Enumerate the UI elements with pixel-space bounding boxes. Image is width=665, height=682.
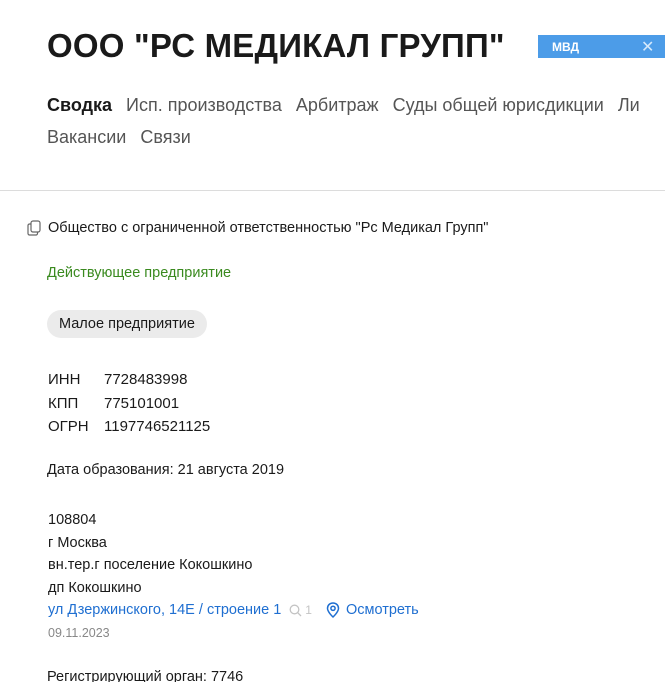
ogrn-label: ОГРН xyxy=(48,418,89,435)
section-tabs: Сводка Исп. производства Арбитраж Суды обще… xyxy=(47,93,665,157)
view-label: Осмотреть xyxy=(345,602,419,618)
mvd-badge[interactable]: МВД ✕ xyxy=(538,35,665,58)
tabs-row-2: Вакансии Связи xyxy=(47,125,665,157)
founded-date: Дата образования: 21 августа 2019 xyxy=(47,462,285,478)
full-name-row: Общество с ограниченной ответственностью… xyxy=(27,220,488,236)
address-district: вн.тер.г поселение Кокошкино xyxy=(48,557,253,573)
search-count-value: 1 xyxy=(305,603,312,617)
status-label: Действующее предприятие xyxy=(47,265,232,281)
registrar: Регистрирующий орган: 7746 xyxy=(47,669,244,682)
ogrn-row: ОГРН 1197746521125 xyxy=(48,415,210,439)
ogrn-value: 1197746521125 xyxy=(104,418,211,435)
address-postcode: 108804 xyxy=(48,512,97,528)
address-search-count[interactable]: 1 xyxy=(289,599,312,622)
copy-icon[interactable] xyxy=(27,220,41,236)
inn-value: 7728483998 xyxy=(104,371,188,388)
divider xyxy=(0,190,665,191)
inn-label: ИНН xyxy=(48,371,81,388)
company-size-chip: Малое предприятие xyxy=(47,310,207,338)
address-block: 108804 г Москва вн.тер.г поселение Кокош… xyxy=(48,509,419,644)
address-street-link[interactable]: ул Дзержинского, 14Е / строение 1 xyxy=(48,599,281,622)
address-city: г Москва xyxy=(48,534,107,551)
tab-enforcement[interactable]: Исп. производства xyxy=(126,93,282,117)
view-on-map-link[interactable]: Осмотреть xyxy=(326,599,419,622)
tabs-row-1: Сводка Исп. производства Арбитраж Суды обще… xyxy=(47,93,665,125)
search-icon xyxy=(289,604,302,617)
kpp-label: КПП xyxy=(48,394,79,412)
full-company-name: Общество с ограниченной ответственностью… xyxy=(48,220,489,236)
map-pin-icon xyxy=(326,602,340,619)
company-page: ООО "РС МЕДИКАЛ ГРУПП" МВД ✕ Сводка Исп. … xyxy=(0,0,665,682)
kpp-value: 775101001 xyxy=(104,394,180,412)
tab-summary[interactable]: Сводка xyxy=(47,93,112,117)
tab-general-courts[interactable]: Суды общей юрисдикции xyxy=(393,93,604,117)
tab-truncated[interactable]: Ли xyxy=(618,93,640,117)
tab-arbitration[interactable]: Арбитраж xyxy=(296,93,379,117)
company-title: ООО "РС МЕДИКАЛ ГРУПП" xyxy=(47,27,505,64)
title-row: ООО "РС МЕДИКАЛ ГРУПП" xyxy=(47,27,505,65)
registration-ids: ИНН 7728483998 КПП 775101001 ОГРН 119774… xyxy=(48,368,210,439)
inn-row: ИНН 7728483998 xyxy=(48,368,210,392)
address-link-row: ул Дзержинского, 14Е / строение 1 1 Осмо… xyxy=(48,599,419,622)
address-date: 09.11.2023 xyxy=(48,625,110,640)
mvd-badge-label: МВД xyxy=(552,39,580,54)
tab-vacancies[interactable]: Вакансии xyxy=(47,125,126,149)
close-icon[interactable]: ✕ xyxy=(641,37,654,57)
address-settlement: дп Кокошкино xyxy=(48,579,142,596)
tab-connections[interactable]: Связи xyxy=(140,125,190,149)
kpp-row: КПП 775101001 xyxy=(48,392,210,416)
